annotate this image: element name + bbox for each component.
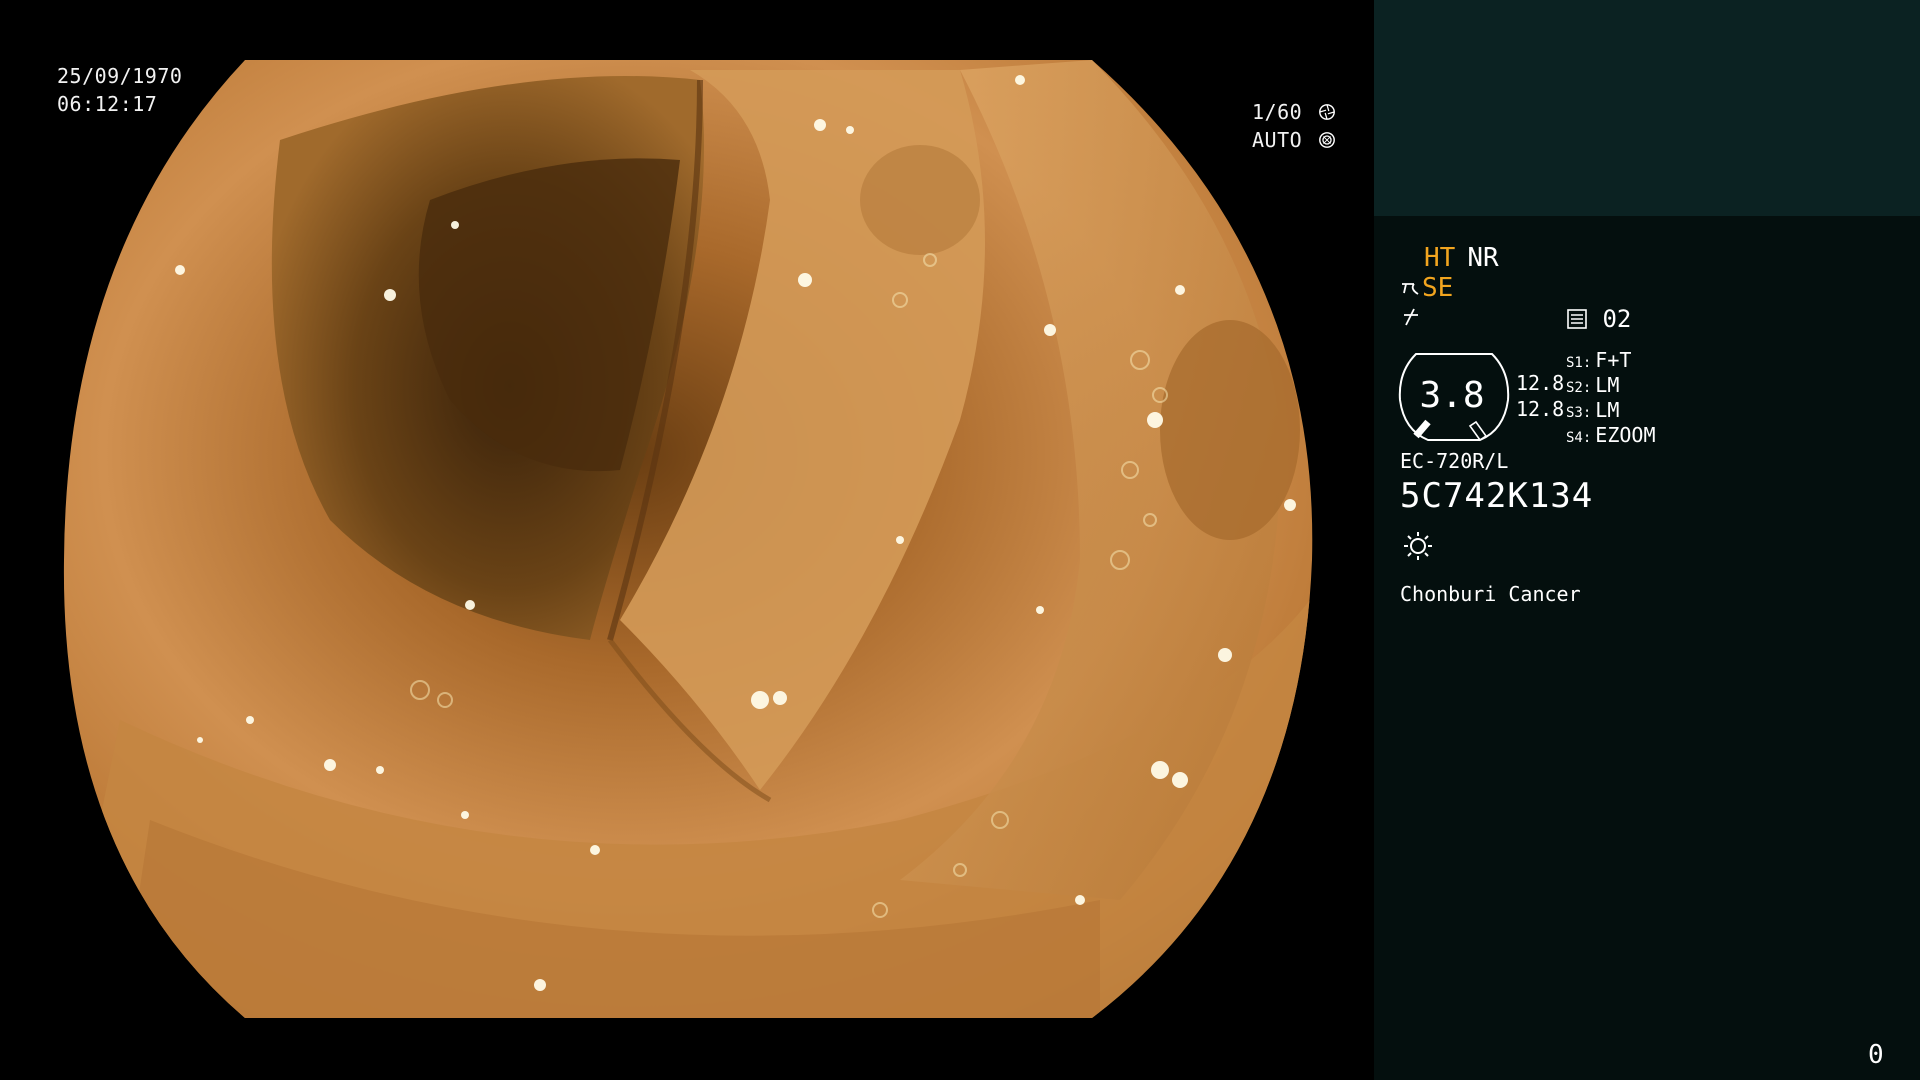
switch-row-2: S2: LM xyxy=(1566,373,1619,401)
endoscope-view: 25/09/1970 06:12:17 1/60 AUTO xyxy=(0,0,1374,1080)
memory-count: 02 xyxy=(1602,305,1632,333)
switch-key: S4: xyxy=(1566,430,1592,446)
zoom-value: 3.8 xyxy=(1419,375,1485,416)
scope-model: EC-720R/L xyxy=(1400,449,1509,473)
shutter-row: 1/60 xyxy=(1252,98,1336,126)
memory-row: 02 xyxy=(1566,304,1631,334)
iris-row: AUTO xyxy=(1252,126,1336,154)
color-mode-icon xyxy=(1404,308,1418,326)
se-indicator: SE xyxy=(1422,273,1454,303)
shutter-speed: 1/60 xyxy=(1252,100,1303,124)
switch-key: S1: xyxy=(1566,355,1592,371)
switch-value: LM xyxy=(1595,398,1620,422)
memory-card-icon xyxy=(1567,309,1587,329)
switch-value: F+T xyxy=(1595,348,1632,372)
structure-enhancement-icon xyxy=(1402,283,1419,295)
switch-value: EZOOM xyxy=(1595,423,1656,447)
endoscopic-image xyxy=(63,60,1313,1018)
switch-row-3: S3: LM xyxy=(1566,398,1619,426)
exposure-readout: 1/60 AUTO xyxy=(1252,98,1336,154)
frame-counter: 0 xyxy=(1868,1040,1884,1070)
color-mode-row xyxy=(1400,304,1422,334)
info-panel: HT NR SE 02 3.8 12.8 12.8 S1: F+T S2: LM S3… xyxy=(1374,0,1920,1080)
aperture-icon xyxy=(1318,104,1335,120)
zoom-limit-b: 12.8 xyxy=(1516,397,1565,421)
panel-header-area xyxy=(1374,0,1920,216)
iris-mode: AUTO xyxy=(1252,128,1303,152)
switch-value: LM xyxy=(1595,373,1620,397)
nr-indicator: NR xyxy=(1467,243,1499,273)
image-mode-row: HT NR xyxy=(1424,243,1511,273)
switch-row-1: S1: F+T xyxy=(1566,348,1631,376)
iris-icon xyxy=(1318,132,1335,148)
scope-serial: 5C742K134 xyxy=(1400,476,1594,516)
exam-time: 06:12:17 xyxy=(57,92,158,116)
switch-key: S2: xyxy=(1566,380,1592,396)
switch-row-4: S4: EZOOM xyxy=(1566,423,1656,451)
date-time-readout: 25/09/1970 06:12:17 xyxy=(57,62,182,118)
zoom-limit-a: 12.8 xyxy=(1516,371,1565,395)
ht-indicator: HT xyxy=(1424,243,1456,273)
structure-enhancement-row: SE xyxy=(1400,273,1453,303)
switch-key: S3: xyxy=(1566,405,1592,421)
exam-date: 25/09/1970 xyxy=(57,64,183,88)
light-source-icon xyxy=(1404,532,1432,560)
hospital-name: Chonburi Cancer xyxy=(1400,582,1581,606)
